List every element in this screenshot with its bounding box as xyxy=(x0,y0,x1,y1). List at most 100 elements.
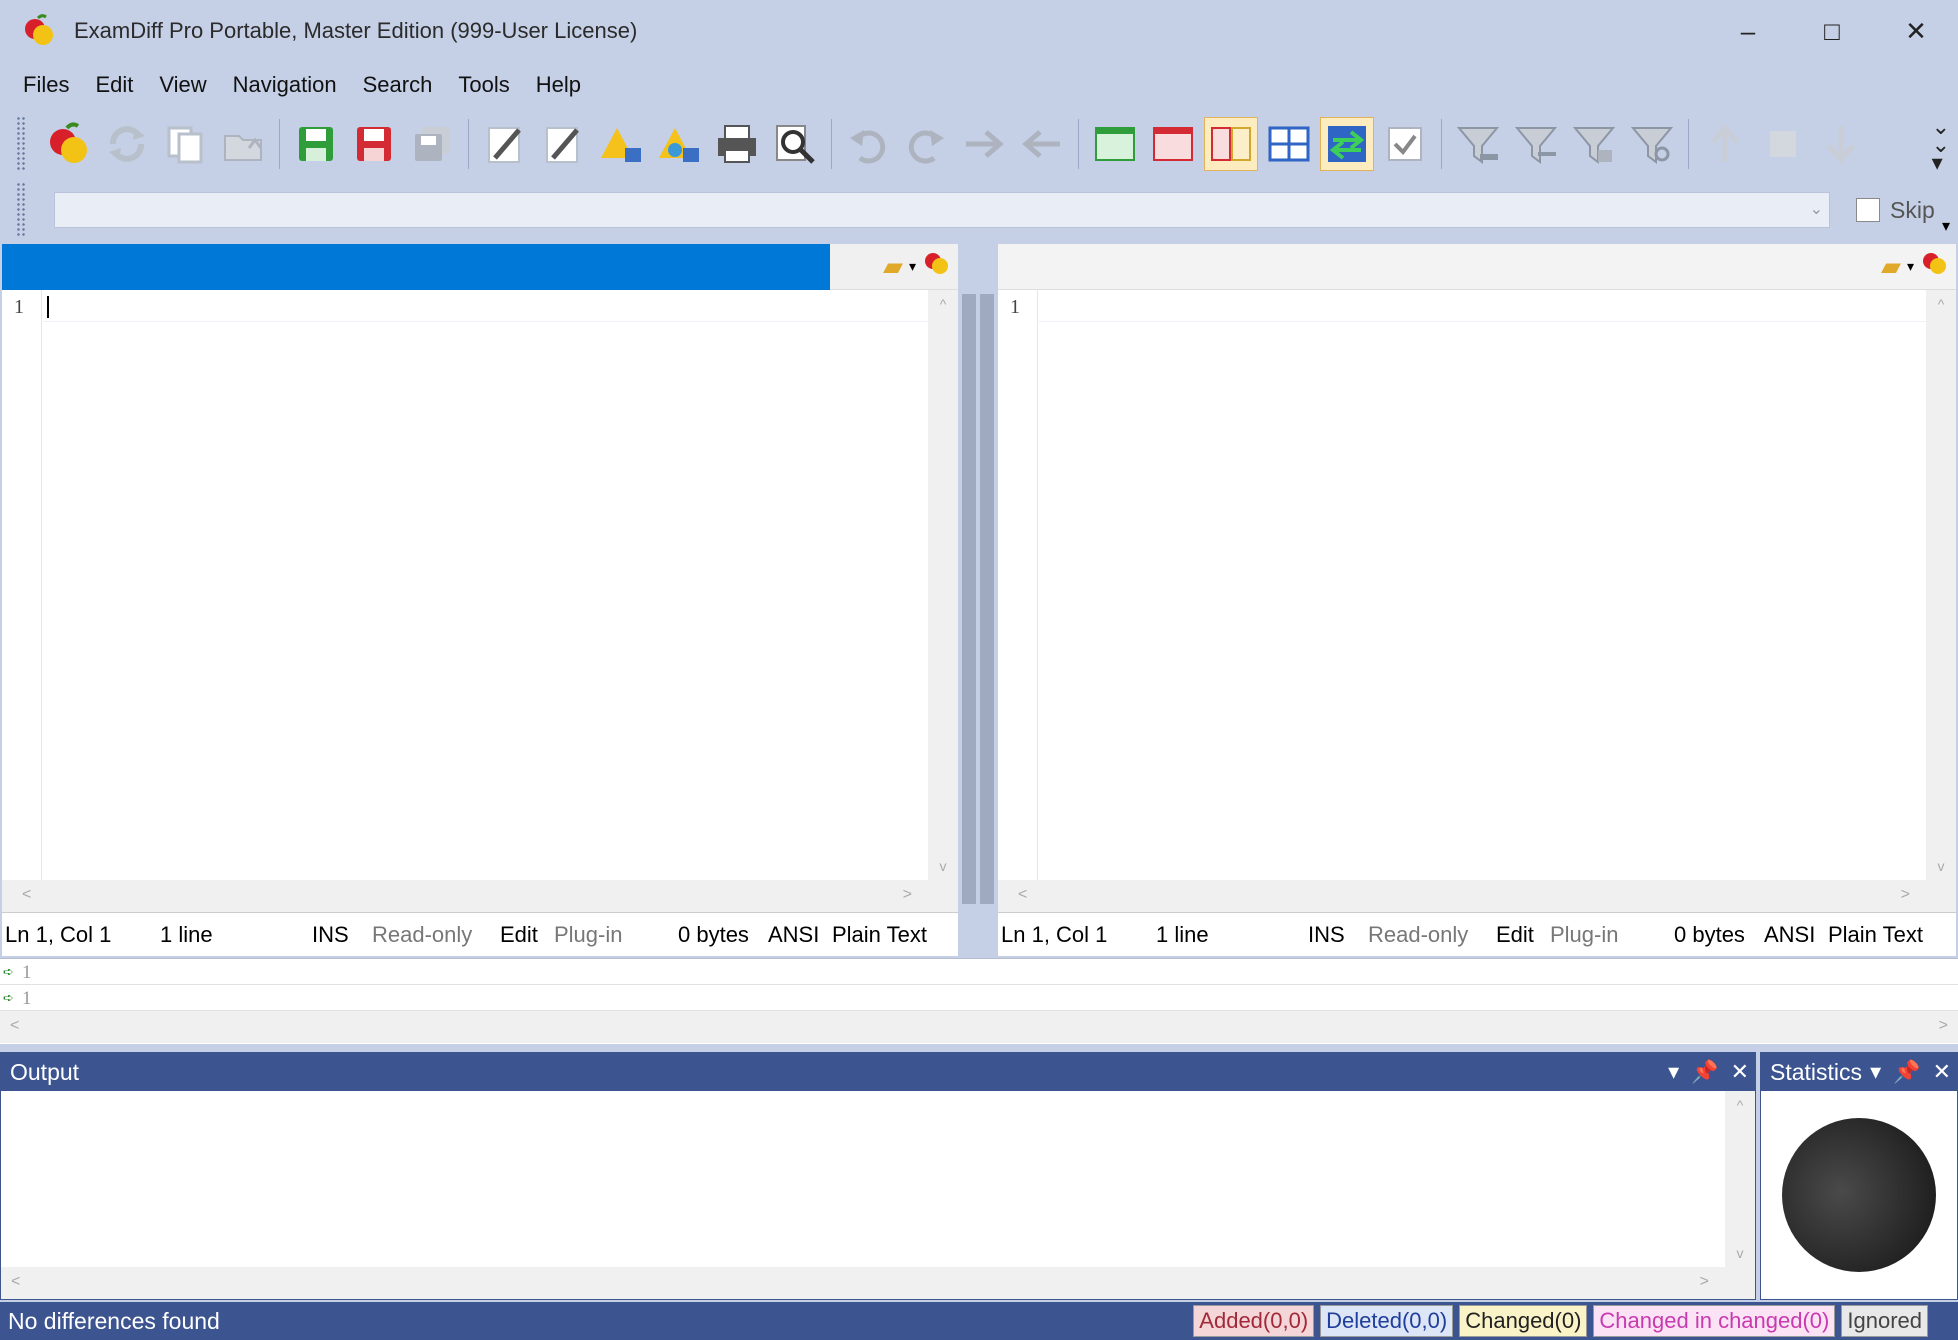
open-folder-button[interactable] xyxy=(216,117,270,171)
check-button[interactable] xyxy=(1378,117,1432,171)
filter-lines-button[interactable] xyxy=(1509,117,1563,171)
row-overflow-icon[interactable]: ▾ xyxy=(1942,216,1950,236)
menu-view[interactable]: View xyxy=(146,66,219,104)
pin-icon[interactable]: 📌 xyxy=(1691,1059,1718,1085)
save-first-button[interactable] xyxy=(289,117,343,171)
filter-search-button[interactable] xyxy=(1625,117,1679,171)
chevron-down-icon[interactable]: ▾ xyxy=(909,258,916,275)
menu-edit[interactable]: Edit xyxy=(82,66,146,104)
edit-second-button[interactable] xyxy=(536,117,590,171)
scroll-up-icon[interactable]: ^ xyxy=(1926,296,1956,312)
plugin-selector[interactable]: Plug-in xyxy=(554,922,678,948)
open-file-icon[interactable]: ▰ xyxy=(883,251,903,282)
next-diff-button[interactable] xyxy=(1814,117,1868,171)
scroll-up-icon[interactable]: ^ xyxy=(928,296,958,312)
save-second-button[interactable] xyxy=(347,117,401,171)
show-added-button[interactable] xyxy=(1088,117,1142,171)
horizontal-scrollbar[interactable]: < > xyxy=(0,1011,1958,1043)
changed-in-changed-badge[interactable]: Changed in changed(0) xyxy=(1593,1305,1836,1337)
scroll-down-icon[interactable]: v xyxy=(928,858,958,874)
scroll-right-icon[interactable]: > xyxy=(1939,1017,1948,1035)
filter-button[interactable] xyxy=(1451,117,1505,171)
scroll-right-icon[interactable]: > xyxy=(903,886,912,904)
scroll-left-icon[interactable]: < xyxy=(11,1273,20,1291)
menu-search[interactable]: Search xyxy=(350,66,446,104)
scroll-left-icon[interactable]: < xyxy=(22,886,31,904)
close-button[interactable]: ✕ xyxy=(1874,0,1958,62)
print-button[interactable] xyxy=(710,117,764,171)
menu-tools[interactable]: Tools xyxy=(445,66,522,104)
deleted-count-badge[interactable]: Deleted(0,0) xyxy=(1320,1305,1454,1337)
output-text-area[interactable]: ^ v < > xyxy=(1,1091,1755,1299)
toolbar-grip[interactable] xyxy=(16,116,26,172)
scroll-left-icon[interactable]: < xyxy=(1018,886,1027,904)
horizontal-scrollbar[interactable]: < > xyxy=(2,880,958,912)
insert-mode[interactable]: INS xyxy=(1308,922,1368,948)
skip-checkbox[interactable] xyxy=(1856,198,1880,222)
syntax-mode[interactable]: Plain Text xyxy=(1828,922,1923,948)
show-deleted-button[interactable] xyxy=(1146,117,1200,171)
scroll-right-icon[interactable]: > xyxy=(1901,886,1910,904)
vertical-scrollbar[interactable]: ^ v xyxy=(1725,1091,1755,1267)
added-count-badge[interactable]: Added(0,0) xyxy=(1193,1305,1315,1337)
left-path-field[interactable] xyxy=(2,244,830,290)
search-row-grip[interactable] xyxy=(16,182,26,238)
menu-navigation[interactable]: Navigation xyxy=(220,66,350,104)
right-path-field[interactable] xyxy=(998,244,1828,290)
right-editor[interactable]: 1 ^ v xyxy=(998,290,1956,880)
undo-button[interactable] xyxy=(841,117,895,171)
chevron-down-icon[interactable]: ▾ xyxy=(1907,258,1914,275)
save-all-button[interactable] xyxy=(405,117,459,171)
menu-help[interactable]: Help xyxy=(523,66,594,104)
scroll-left-icon[interactable]: < xyxy=(10,1017,19,1035)
scroll-down-icon[interactable]: v xyxy=(1725,1245,1755,1261)
show-split-button[interactable] xyxy=(1262,117,1316,171)
changed-count-badge[interactable]: Changed(0) xyxy=(1459,1305,1588,1337)
close-icon[interactable]: ✕ xyxy=(1731,1059,1749,1085)
readonly-toggle[interactable]: Read-only xyxy=(372,922,500,948)
ignored-badge[interactable]: Ignored xyxy=(1841,1305,1928,1337)
line-diff-second[interactable]: ➪ 1 xyxy=(0,985,1958,1011)
edit-toggle[interactable]: Edit xyxy=(1496,922,1550,948)
encoding[interactable]: ANSI xyxy=(768,922,832,948)
panel-menu-icon[interactable]: ▾ xyxy=(1668,1059,1679,1085)
edit-first-button[interactable] xyxy=(478,117,532,171)
encoding[interactable]: ANSI xyxy=(1764,922,1828,948)
sync-scroll-button[interactable] xyxy=(1320,117,1374,171)
maximize-button[interactable]: □ xyxy=(1790,0,1874,62)
horizontal-scrollbar[interactable]: < > xyxy=(998,880,1956,912)
report-button[interactable] xyxy=(594,117,648,171)
pane-splitter[interactable] xyxy=(958,244,998,956)
readonly-toggle[interactable]: Read-only xyxy=(1368,922,1496,948)
compare-button[interactable] xyxy=(42,117,96,171)
show-changed-button[interactable] xyxy=(1204,117,1258,171)
redo-button[interactable] xyxy=(899,117,953,171)
vertical-scrollbar[interactable]: ^ v xyxy=(928,290,958,880)
pin-icon[interactable]: 📌 xyxy=(1893,1059,1920,1085)
prev-diff-button[interactable] xyxy=(1698,117,1752,171)
minimize-button[interactable]: – xyxy=(1706,0,1790,62)
recompare-button[interactable] xyxy=(100,117,154,171)
scroll-up-icon[interactable]: ^ xyxy=(1725,1097,1755,1113)
scroll-right-icon[interactable]: > xyxy=(1700,1273,1709,1291)
copy-to-left-button[interactable] xyxy=(1015,117,1069,171)
export-report-button[interactable] xyxy=(652,117,706,171)
compare-logo-icon[interactable] xyxy=(1920,248,1950,285)
left-editor[interactable]: 1 ^ v xyxy=(2,290,958,880)
line-diff-first[interactable]: ➪ 1 xyxy=(0,959,1958,985)
panel-menu-icon[interactable]: ▾ xyxy=(1870,1059,1881,1085)
close-icon[interactable]: ✕ xyxy=(1933,1059,1951,1085)
find-button[interactable] xyxy=(768,117,822,171)
filter-text-button[interactable] xyxy=(1567,117,1621,171)
compare-logo-icon[interactable] xyxy=(922,248,952,285)
scroll-down-icon[interactable]: v xyxy=(1926,858,1956,874)
skip-toggle[interactable]: Skip xyxy=(1856,197,1935,224)
copy-to-right-button[interactable] xyxy=(957,117,1011,171)
open-file-icon[interactable]: ▰ xyxy=(1881,251,1901,282)
vertical-scrollbar[interactable]: ^ v xyxy=(1926,290,1956,880)
chevron-down-icon[interactable]: ⌄ xyxy=(1810,199,1823,219)
search-combobox[interactable]: ⌄ xyxy=(54,192,1830,228)
syntax-mode[interactable]: Plain Text xyxy=(832,922,927,948)
edit-toggle[interactable]: Edit xyxy=(500,922,554,948)
plugin-selector[interactable]: Plug-in xyxy=(1550,922,1674,948)
